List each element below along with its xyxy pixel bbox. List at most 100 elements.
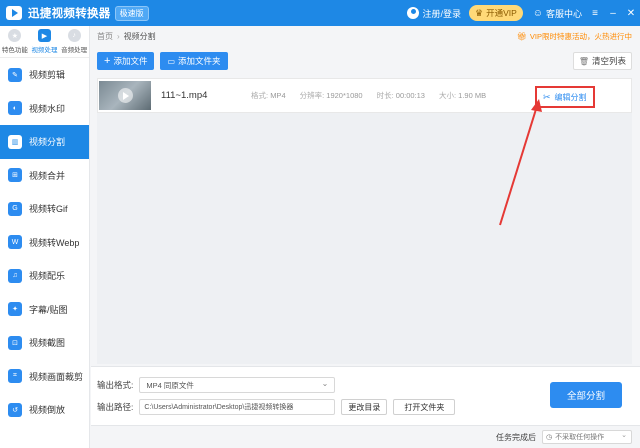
music-icon: ♫ (8, 268, 22, 283)
sticker-icon: ✦ (8, 302, 22, 317)
split-icon: ▥ (8, 134, 22, 149)
breadcrumb-current: 视频分割 (123, 31, 156, 41)
audio-icon: ♪ (67, 29, 81, 42)
duration-value: 00:00:13 (395, 91, 425, 100)
file-duration: 时长: 00:00:13 (377, 90, 425, 101)
output-path-row: 输出路径: C:\Users\Administrator\Desktop\迅捷视… (97, 399, 456, 415)
sidebar-item-video-merge[interactable]: ⊞ 视频合并 (0, 159, 89, 193)
plus-icon: + (104, 54, 111, 67)
sidebar-item-label: 视频配乐 (29, 271, 66, 282)
sidebar-item-video-edit[interactable]: ✎ 视频剪辑 (0, 58, 89, 92)
merge-icon: ⊞ (8, 168, 22, 183)
tab-label: 视频处理 (31, 47, 58, 54)
play-icon[interactable] (117, 88, 133, 103)
file-name: 111~1.mp4 (161, 90, 208, 101)
after-task-select[interactable]: ◷ 不采取任何操作 ⌄ (542, 430, 632, 444)
sidebar-item-video-to-gif[interactable]: G 视频转Gif (0, 192, 89, 226)
webp-icon: W (8, 235, 22, 250)
file-size: 大小: 1.90 MB (439, 90, 486, 101)
change-directory-button[interactable]: 更改目录 (341, 399, 388, 415)
sidebar-item-screenshot[interactable]: ⊡ 视频截图 (0, 326, 89, 360)
crown-icon: ♛ (474, 7, 484, 18)
reverse-icon: ↺ (8, 402, 22, 417)
format-key: 格式: (251, 91, 269, 100)
tab-featured[interactable]: ★ 特色功能 (0, 26, 30, 57)
sidebar-item-label: 视频剪辑 (29, 70, 66, 81)
after-task-label: 任务完成后 (496, 432, 536, 442)
clear-list-label: 清空列表 (591, 56, 626, 66)
split-all-button[interactable]: 全部分割 (550, 382, 622, 408)
customer-service-icon[interactable]: ☺ (533, 8, 543, 19)
sidebar-item-subtitle-sticker[interactable]: ✦ 字幕/贴图 (0, 293, 89, 327)
video-icon: ▶ (38, 29, 51, 42)
promo-text: VIP限时特惠活动，火热进行中 (529, 31, 632, 41)
sidebar-item-video-to-webp[interactable]: W 视频转Webp (0, 226, 89, 260)
clear-list-button[interactable]: 🗑︎ 清空列表 (572, 52, 632, 70)
file-resolution: 分辨率: 1920*1080 (300, 90, 363, 101)
file-format: 格式: MP4 (251, 90, 286, 101)
open-folder-button[interactable]: 打开文件夹 (393, 399, 456, 415)
sidebar-item-watermark[interactable]: ◐ 视频水印 (0, 92, 89, 126)
duration-key: 时长: (376, 91, 394, 100)
sidebar-item-video-split[interactable]: ▥ 视频分割 (0, 125, 89, 159)
add-folder-label: 添加文件夹 (178, 56, 221, 66)
output-path-field[interactable]: C:\Users\Administrator\Desktop\迅捷视频转换器 (139, 399, 336, 415)
screenshot-icon: ⊡ (8, 335, 22, 350)
watermark-icon: ◐ (8, 101, 22, 116)
sidebar-item-label: 视频转Gif (29, 204, 68, 215)
size-value: 1.90 MB (458, 91, 487, 100)
tab-video-processing[interactable]: ▶ 视频处理 (30, 26, 60, 57)
breadcrumb-separator: › (117, 31, 120, 41)
output-format-row: 输出格式: MP4 同原文件 ⌄ (97, 377, 336, 393)
resolution-key: 分辨率: (299, 91, 325, 100)
menu-icon[interactable]: ≡ (586, 8, 604, 19)
output-settings: 输出格式: MP4 同原文件 ⌄ 输出路径: C:\Users\Administ… (91, 366, 640, 425)
tab-label: 特色功能 (1, 47, 28, 54)
tab-audio-processing[interactable]: ♪ 音频处理 (59, 26, 89, 57)
user-icon[interactable] (407, 7, 420, 19)
sidebar: ★ 特色功能 ▶ 视频处理 ♪ 音频处理 ✎ 视频剪辑 ◐ 视频水印 ▥ 视频分… (0, 26, 90, 448)
sidebar-item-label: 字幕/贴图 (29, 304, 68, 315)
sidebar-item-crop[interactable]: ⌗ 视频画面裁剪 (0, 360, 89, 394)
toolbar: + 添加文件 ▭ 添加文件夹 🗑︎ 清空列表 (91, 46, 640, 76)
gif-icon: G (8, 201, 22, 216)
after-task-value: 不采取任何操作 (555, 434, 605, 441)
breadcrumb-home[interactable]: 首页 (97, 31, 113, 42)
promo-banner[interactable]: 🎁︎ VIP限时特惠活动，火热进行中 (517, 31, 632, 42)
video-thumbnail[interactable] (99, 81, 151, 110)
format-value: MP4 (270, 91, 286, 100)
add-folder-button[interactable]: ▭ 添加文件夹 (160, 52, 228, 70)
add-file-label: 添加文件 (113, 56, 148, 66)
output-format-value: MP4 同原文件 (146, 380, 194, 390)
edit-icon: ✎ (8, 67, 22, 82)
app-logo-icon (6, 6, 22, 20)
sidebar-item-label: 视频画面裁剪 (29, 371, 84, 382)
breadcrumb: 首页 › 视频分割 🎁︎ VIP限时特惠活动，火热进行中 (91, 26, 640, 46)
sidebar-item-label: 视频分割 (29, 137, 66, 148)
edition-badge: 极速版 (114, 5, 149, 21)
output-path-value: C:\Users\Administrator\Desktop\迅捷视频转换器 (144, 404, 294, 411)
main-panel: 首页 › 视频分割 🎁︎ VIP限时特惠活动，火热进行中 + 添加文件 ▭ 添加… (91, 26, 640, 366)
close-button[interactable]: ✕ (622, 8, 640, 19)
trash-icon: 🗑︎ (578, 56, 589, 66)
vip-button[interactable]: ♛ 开通VIP (468, 5, 523, 21)
output-format-select[interactable]: MP4 同原文件 ⌄ (139, 377, 336, 393)
add-file-button[interactable]: + 添加文件 (97, 52, 155, 70)
login-link[interactable]: 注册/登录 (422, 7, 461, 20)
minimize-button[interactable]: – (604, 8, 622, 19)
sidebar-item-label: 视频倒放 (29, 405, 66, 416)
file-list: 111~1.mp4 格式: MP4 分辨率: 1920*1080 时长: 00:… (97, 78, 632, 364)
star-icon: ★ (8, 29, 22, 42)
output-format-label: 输出格式: (97, 380, 134, 390)
chevron-down-icon: ⌄ (321, 379, 329, 388)
gift-icon: 🎁︎ (516, 31, 527, 41)
sidebar-item-reverse[interactable]: ↺ 视频倒放 (0, 393, 89, 427)
sidebar-item-soundtrack[interactable]: ♫ 视频配乐 (0, 259, 89, 293)
sidebar-item-label: 视频水印 (29, 103, 66, 114)
customer-center-link[interactable]: 客服中心 (546, 7, 582, 20)
title-bar: 迅捷视频转换器 极速版 注册/登录 ♛ 开通VIP ☺ 客服中心 ≡ – ✕ (0, 0, 640, 26)
edit-split-button[interactable]: ✂ 编辑分割 (535, 86, 595, 108)
scissors-icon: ✂ (543, 91, 551, 102)
output-path-label: 输出路径: (97, 402, 134, 412)
status-bar: 任务完成后 ◷ 不采取任何操作 ⌄ (91, 425, 640, 448)
